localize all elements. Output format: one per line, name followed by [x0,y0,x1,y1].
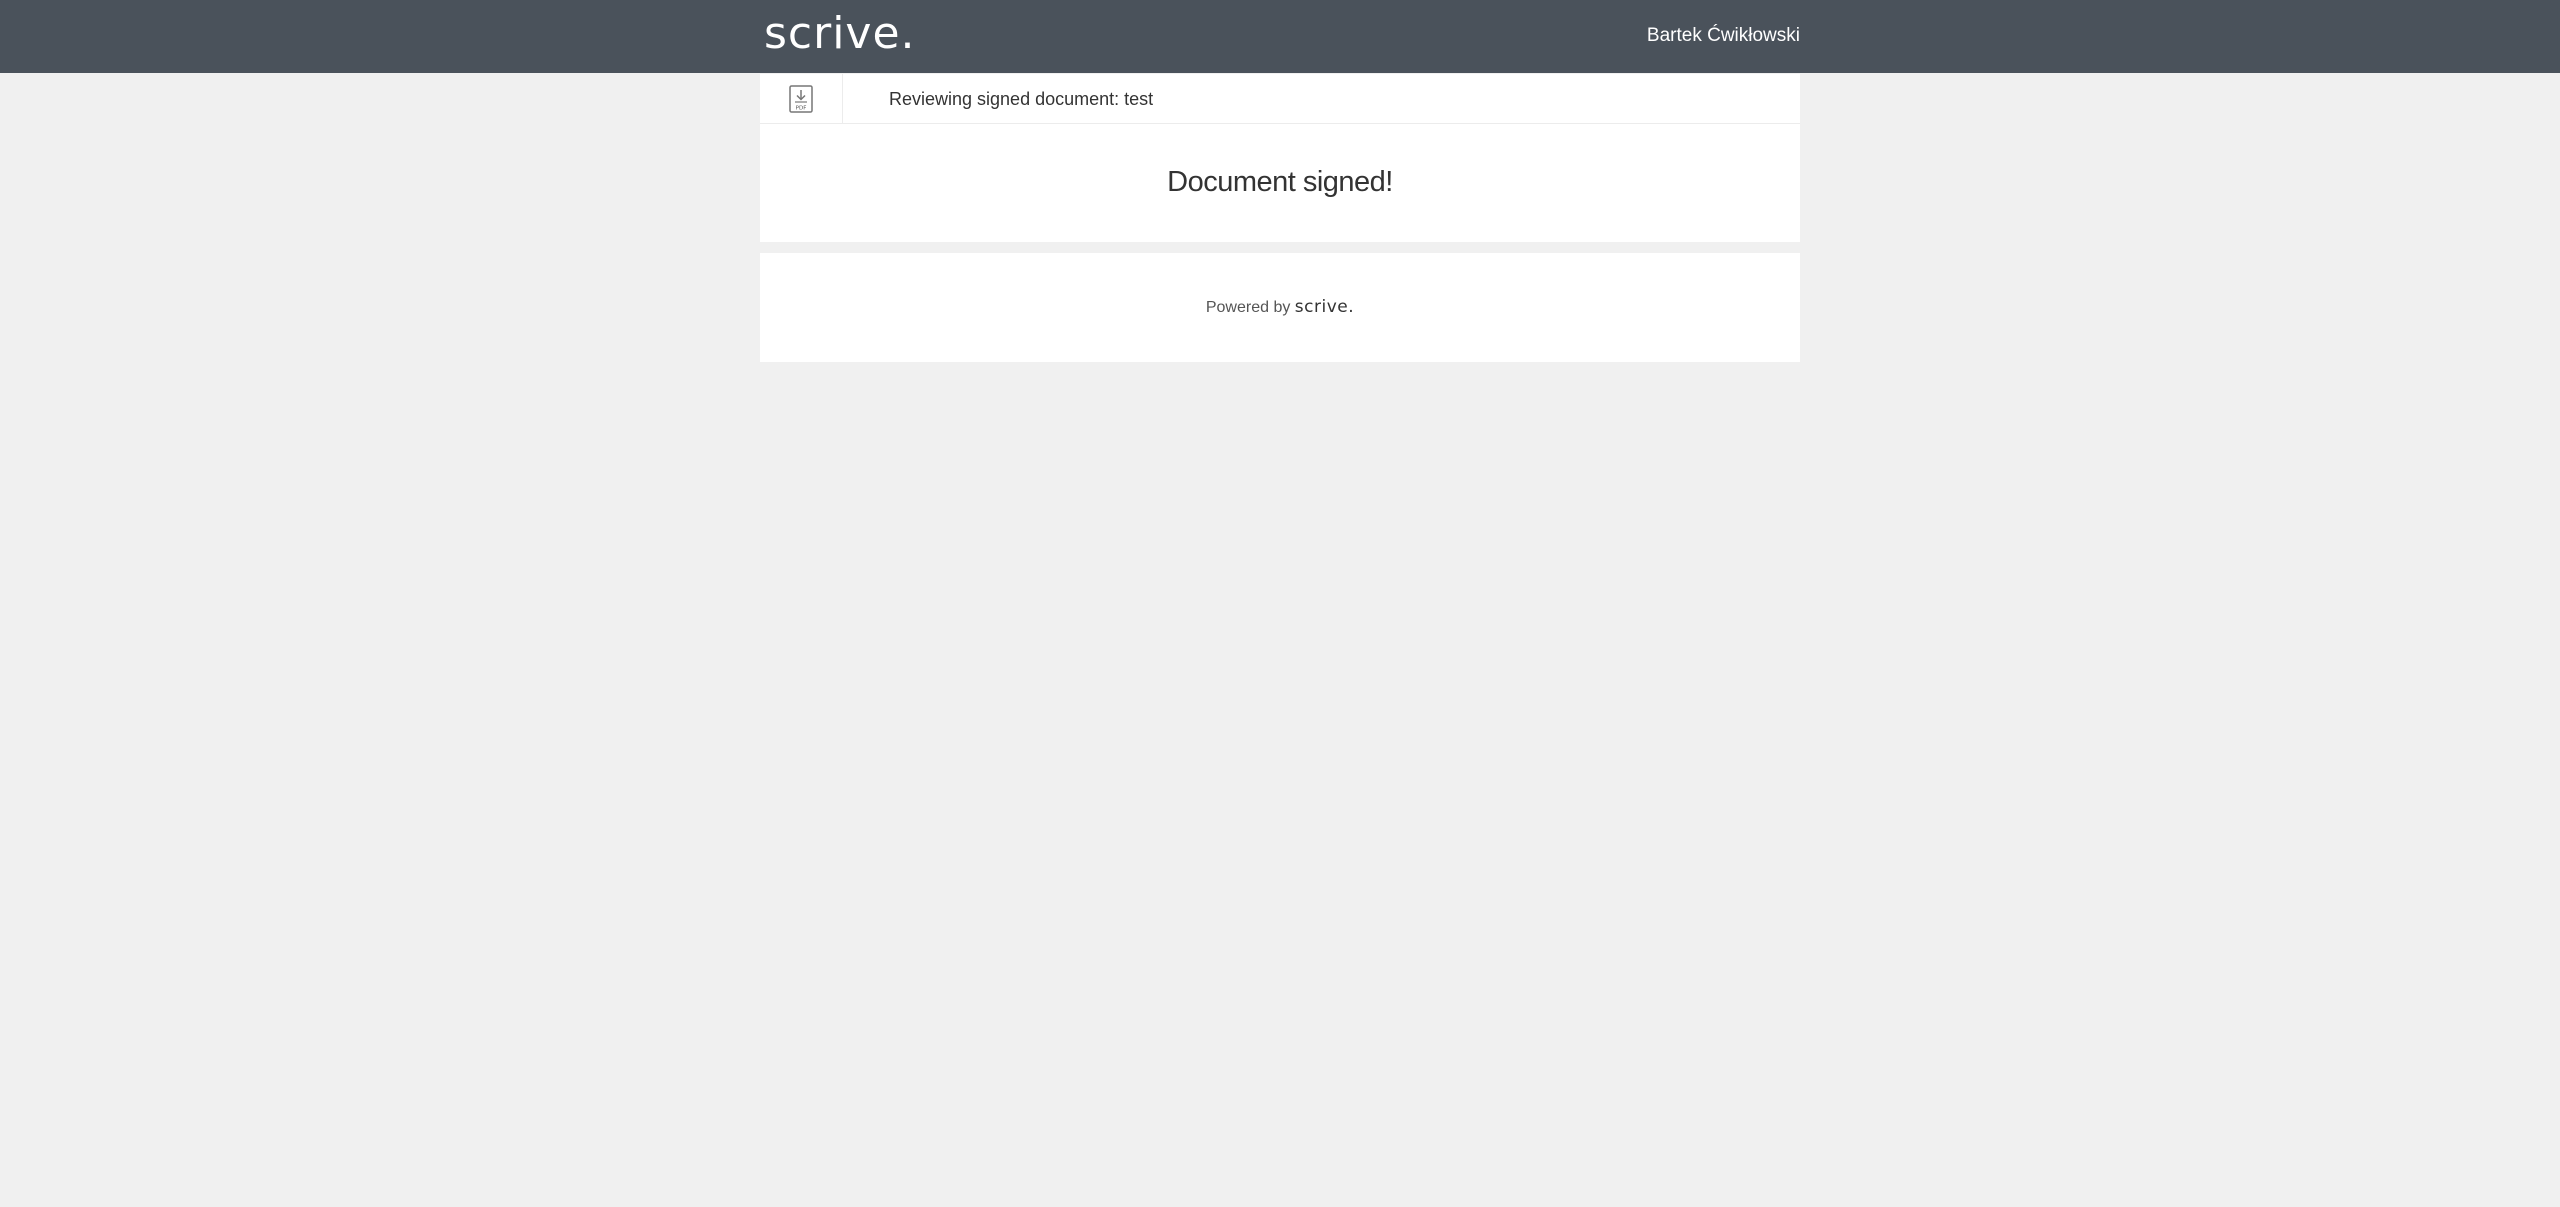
scrive-footer-logo[interactable]: scrive. [1295,297,1354,317]
footer-panel: Powered by scrive. [760,253,1800,362]
pdf-download-icon: PDF [789,85,813,113]
user-name[interactable]: Bartek Ćwikłowski [1647,24,1800,48]
document-title: Reviewing signed document: test [889,89,1154,109]
scrive-logo[interactable]: scrive. [764,8,916,60]
signed-message: Document signed! [1167,166,1393,198]
download-pdf-button[interactable]: PDF [760,74,843,123]
top-bar: scrive. Bartek Ćwikłowski [0,0,2560,73]
powered-by-text: Powered by [1205,299,1291,316]
document-panel: PDF Reviewing signed document: test Docu… [760,74,1800,242]
document-header: PDF Reviewing signed document: test [760,74,1800,124]
powered-by: Powered by scrive. [760,296,1800,319]
pdf-label: PDF [796,106,807,112]
